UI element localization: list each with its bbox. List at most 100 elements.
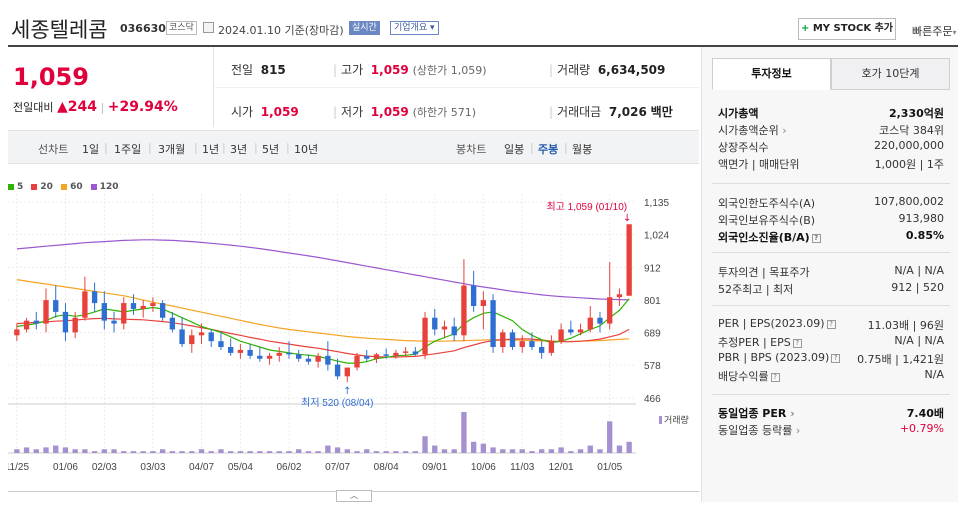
- par-label: 액면가 | 매매단위: [718, 158, 800, 171]
- candle-daily[interactable]: 일봉: [504, 141, 524, 157]
- low-price: | 저가 1,059 (하한가 571): [333, 105, 477, 119]
- prev-close: 전일 815: [231, 63, 286, 77]
- x-tick-label: 07/07: [325, 462, 350, 473]
- high-annotation: 최고 1,059 (01/10): [546, 201, 627, 213]
- shares-value: 220,000,000: [874, 139, 944, 152]
- period-1w[interactable]: 1주일: [114, 141, 141, 157]
- ma120-line: [16, 239, 630, 301]
- change-percent: +29.94%: [107, 99, 178, 115]
- section-sector: 동일업종 PER › 7.40배 동일업종 등락률 › +0.79%: [718, 405, 944, 439]
- volume-bar: [451, 449, 457, 453]
- volume-bar: [422, 436, 428, 453]
- x-tick-label: 11/25: [8, 462, 29, 473]
- volume-bar: [334, 447, 341, 453]
- per-label: PER | EPS(2023.09): [718, 317, 825, 330]
- help-icon[interactable]: ?: [811, 233, 821, 243]
- x-tick-label: 12/01: [549, 462, 574, 473]
- period-10y[interactable]: 10년: [294, 141, 318, 157]
- help-icon[interactable]: ?: [792, 338, 802, 348]
- x-tick-label: 10/06: [471, 462, 496, 473]
- candle-body: [558, 329, 564, 342]
- period-3y[interactable]: 3년: [230, 141, 247, 157]
- volume-bar: [509, 449, 516, 453]
- section-foreign: 외국인한도주식수(A) 107,800,002 외국인보유주식수(B) 913,98…: [718, 195, 944, 246]
- period-1y[interactable]: 1년: [202, 141, 219, 157]
- period-1d[interactable]: 1일: [82, 141, 99, 157]
- candlestick-chart[interactable]: 1,135 1,024 912 801 689 578 466 11/25 01/06 02/03…: [8, 178, 699, 478]
- volume-bar: [519, 449, 525, 453]
- current-price: 1,059: [13, 63, 89, 91]
- candle-body: [393, 352, 399, 356]
- candle-body: [616, 294, 623, 298]
- tab-order-book[interactable]: 호가 10단계: [831, 58, 950, 90]
- foreign-limit-label: 외국인한도주식수(A): [718, 197, 816, 210]
- candle-body: [208, 332, 214, 342]
- volume-bar: [538, 449, 545, 453]
- section-opinion: 투자의견 | 목표주가 N/A | N/A 52주최고 | 최저 912 | 520: [718, 264, 944, 298]
- volume-bar: [286, 451, 292, 453]
- high-price: | 고가 1,059 (상한가 1,059): [333, 63, 487, 77]
- x-tick-label: 09/01: [422, 462, 447, 473]
- candle-body: [218, 341, 224, 348]
- volume-bar: [189, 451, 195, 453]
- plus-icon: +: [800, 23, 810, 34]
- candle-body: [325, 355, 331, 365]
- ma5-line: [16, 298, 630, 364]
- help-icon[interactable]: ?: [826, 319, 836, 329]
- volume-bar: [587, 445, 593, 453]
- realtime-button[interactable]: 실시간: [349, 21, 380, 35]
- candle-body: [257, 355, 263, 359]
- candle-body: [101, 303, 108, 321]
- volume-bar: [393, 451, 399, 453]
- stock-code: 036630: [120, 22, 166, 35]
- quick-order-button[interactable]: 빠른주문▾: [912, 23, 957, 39]
- volume-bar: [364, 449, 370, 453]
- candle-body: [189, 335, 195, 345]
- line-chart-label: 선차트: [38, 143, 69, 156]
- stock-header: 세종텔레콤 036630 코스닥 2024.01.10 기준(장마감) 실시간 …: [0, 0, 966, 44]
- candle-body: [597, 317, 603, 324]
- candle-body: [296, 354, 302, 359]
- per-value: 11.03배 | 96원: [867, 319, 944, 332]
- x-tick-label: 05/04: [228, 462, 253, 473]
- change-value: 244: [67, 99, 97, 115]
- volume-bar: [247, 451, 253, 453]
- section-valuation: PER | EPS(2023.09)? 11.03배 | 96원 추정PER | …: [718, 317, 944, 385]
- period-3m[interactable]: 3개월: [158, 141, 185, 157]
- volume-bar: [529, 451, 535, 453]
- y-tick-label: 801: [644, 296, 661, 307]
- candle-body: [607, 297, 613, 324]
- period-5y[interactable]: 5년: [262, 141, 279, 157]
- volume-bar: [266, 451, 273, 453]
- help-icon[interactable]: ?: [770, 372, 780, 382]
- add-my-stock-button[interactable]: + MY STOCK 추가: [798, 18, 896, 40]
- volume-bar: [441, 449, 448, 453]
- sector-change-label: 동일업종 등락률: [718, 424, 793, 437]
- tab-investment-info[interactable]: 투자정보: [712, 58, 831, 90]
- up-arrow-icon: ▲: [56, 99, 68, 115]
- volume-bar: [14, 449, 20, 453]
- cap-rank-value: 코스닥 384위: [879, 124, 944, 137]
- candle-weekly[interactable]: 주봉: [538, 141, 558, 157]
- volume-bar: [111, 449, 117, 453]
- base-date: 2024.01.10 기준(장마감): [218, 24, 344, 37]
- volume-bar: [548, 449, 555, 453]
- volume-bar: [616, 445, 623, 453]
- x-tick-label: 01/06: [53, 462, 78, 473]
- dividend-label: 배당수익률: [718, 370, 769, 383]
- candle-monthly[interactable]: 월봉: [572, 141, 592, 157]
- quick-order-label: 빠른주문: [912, 25, 953, 38]
- candle-body: [91, 291, 98, 304]
- candle-body: [500, 332, 506, 348]
- volume: | 거래량 6,634,509: [549, 63, 666, 77]
- market-cap-label: 시가총액: [718, 107, 759, 120]
- candle-body: [72, 317, 78, 333]
- volume-bar: [101, 449, 108, 453]
- opinion-label: 투자의견 | 목표주가: [718, 266, 810, 279]
- company-overview-button[interactable]: 기업개요 ▾: [390, 21, 439, 35]
- volume-label: 거래량: [664, 414, 689, 425]
- volume-bar: [72, 449, 78, 453]
- help-icon[interactable]: ?: [831, 353, 841, 363]
- collapse-chart-button[interactable]: ︿: [336, 490, 372, 502]
- week52-value: 912 | 520: [891, 281, 944, 294]
